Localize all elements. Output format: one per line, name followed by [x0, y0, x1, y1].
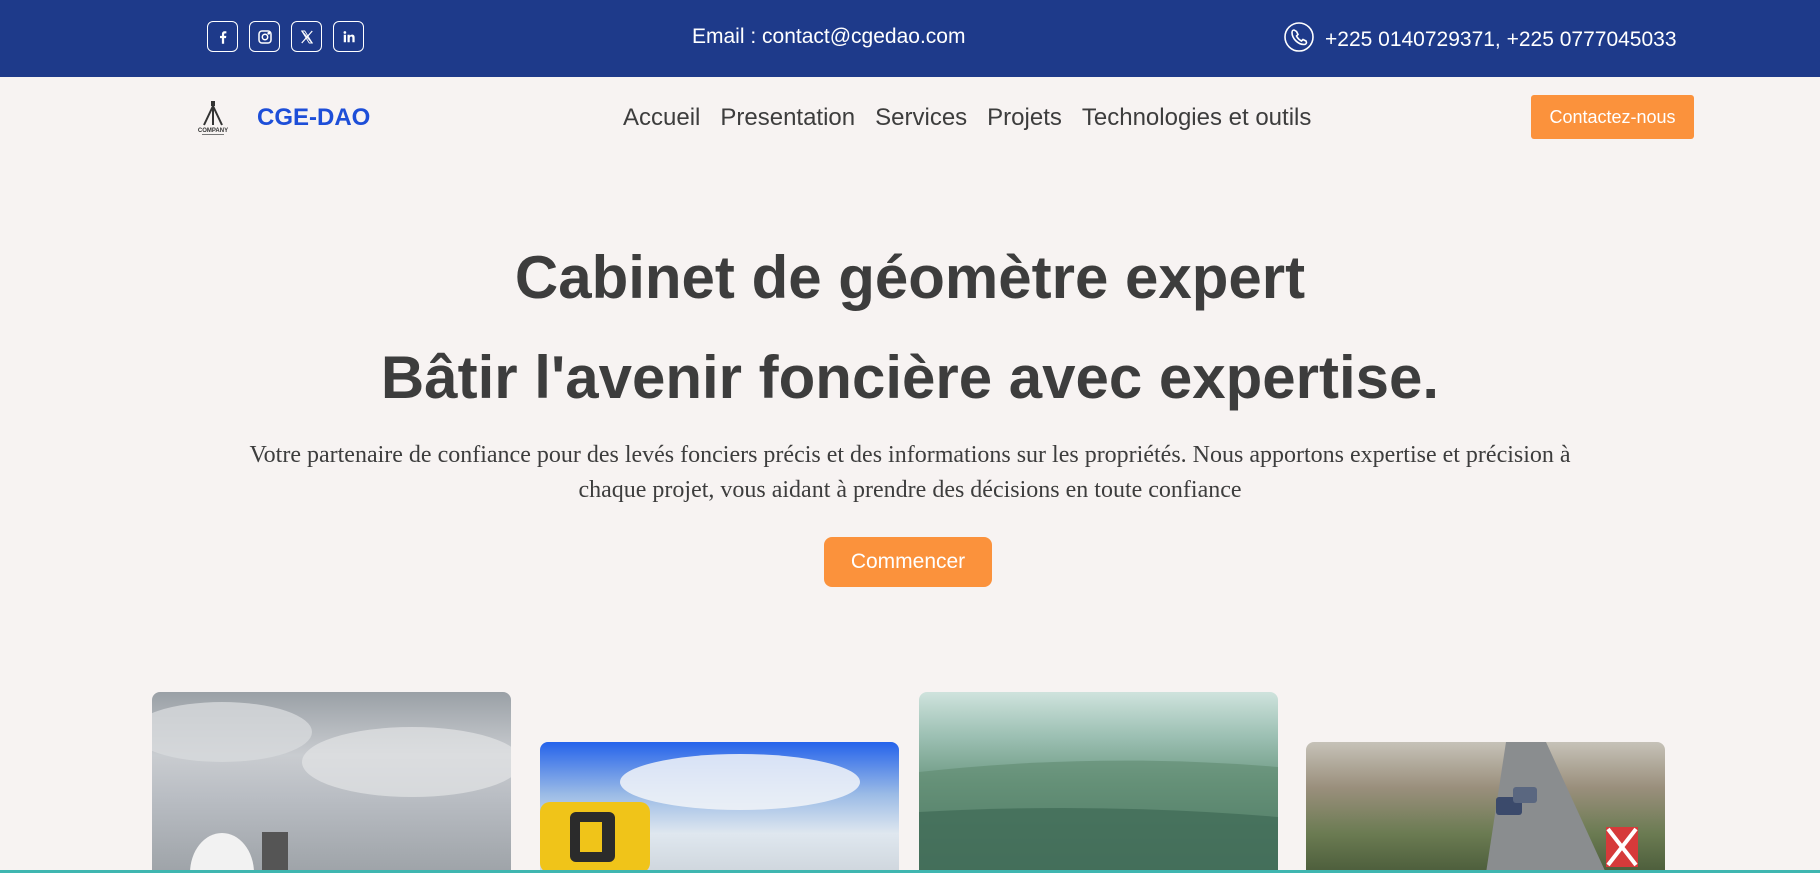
main-navigation: COMPANY CGE-DAO Accueil Presentation Ser… [0, 77, 1820, 157]
aerial-landscape-photo [919, 692, 1278, 873]
nav-menu: Accueil Presentation Services Projets Te… [623, 104, 1311, 132]
instagram-icon[interactable] [249, 21, 280, 52]
email-contact: Email : contact@cgedao.com [692, 25, 965, 49]
hero-subtitle: Bâtir l'avenir foncière avec expertise. [380, 344, 1440, 411]
top-bar: Email : contact@cgedao.com +225 01407293… [0, 0, 1820, 77]
nav-item-projets[interactable]: Projets [987, 104, 1062, 132]
svg-text:COMPANY: COMPANY [198, 128, 228, 134]
total-station-photo [540, 742, 899, 873]
nav-item-technologies[interactable]: Technologies et outils [1082, 104, 1311, 132]
phone-numbers[interactable]: +225 0140729371, +225 0777045033 [1325, 28, 1677, 52]
social-links [207, 21, 364, 52]
nav-item-services[interactable]: Services [875, 104, 967, 132]
nav-item-presentation[interactable]: Presentation [720, 104, 855, 132]
hero-title: Cabinet de géomètre expert [514, 244, 1306, 311]
start-button[interactable]: Commencer [824, 537, 992, 587]
email-address[interactable]: contact@cgedao.com [762, 25, 965, 48]
linkedin-icon[interactable] [333, 21, 364, 52]
brand-name[interactable]: CGE-DAO [257, 104, 370, 132]
facebook-icon[interactable] [207, 21, 238, 52]
phone-contact: +225 0140729371, +225 0777045033 [1283, 21, 1677, 59]
road-survey-photo [1306, 742, 1665, 873]
email-label: Email : [692, 25, 757, 48]
nav-item-accueil[interactable]: Accueil [623, 104, 700, 132]
surveyor-photo [152, 692, 511, 873]
hero-description: Votre partenaire de confiance pour des l… [249, 442, 1571, 503]
contact-button[interactable]: Contactez-nous [1531, 95, 1694, 139]
phone-icon [1283, 21, 1315, 59]
x-twitter-icon[interactable] [291, 21, 322, 52]
company-logo[interactable]: COMPANY [193, 99, 233, 137]
